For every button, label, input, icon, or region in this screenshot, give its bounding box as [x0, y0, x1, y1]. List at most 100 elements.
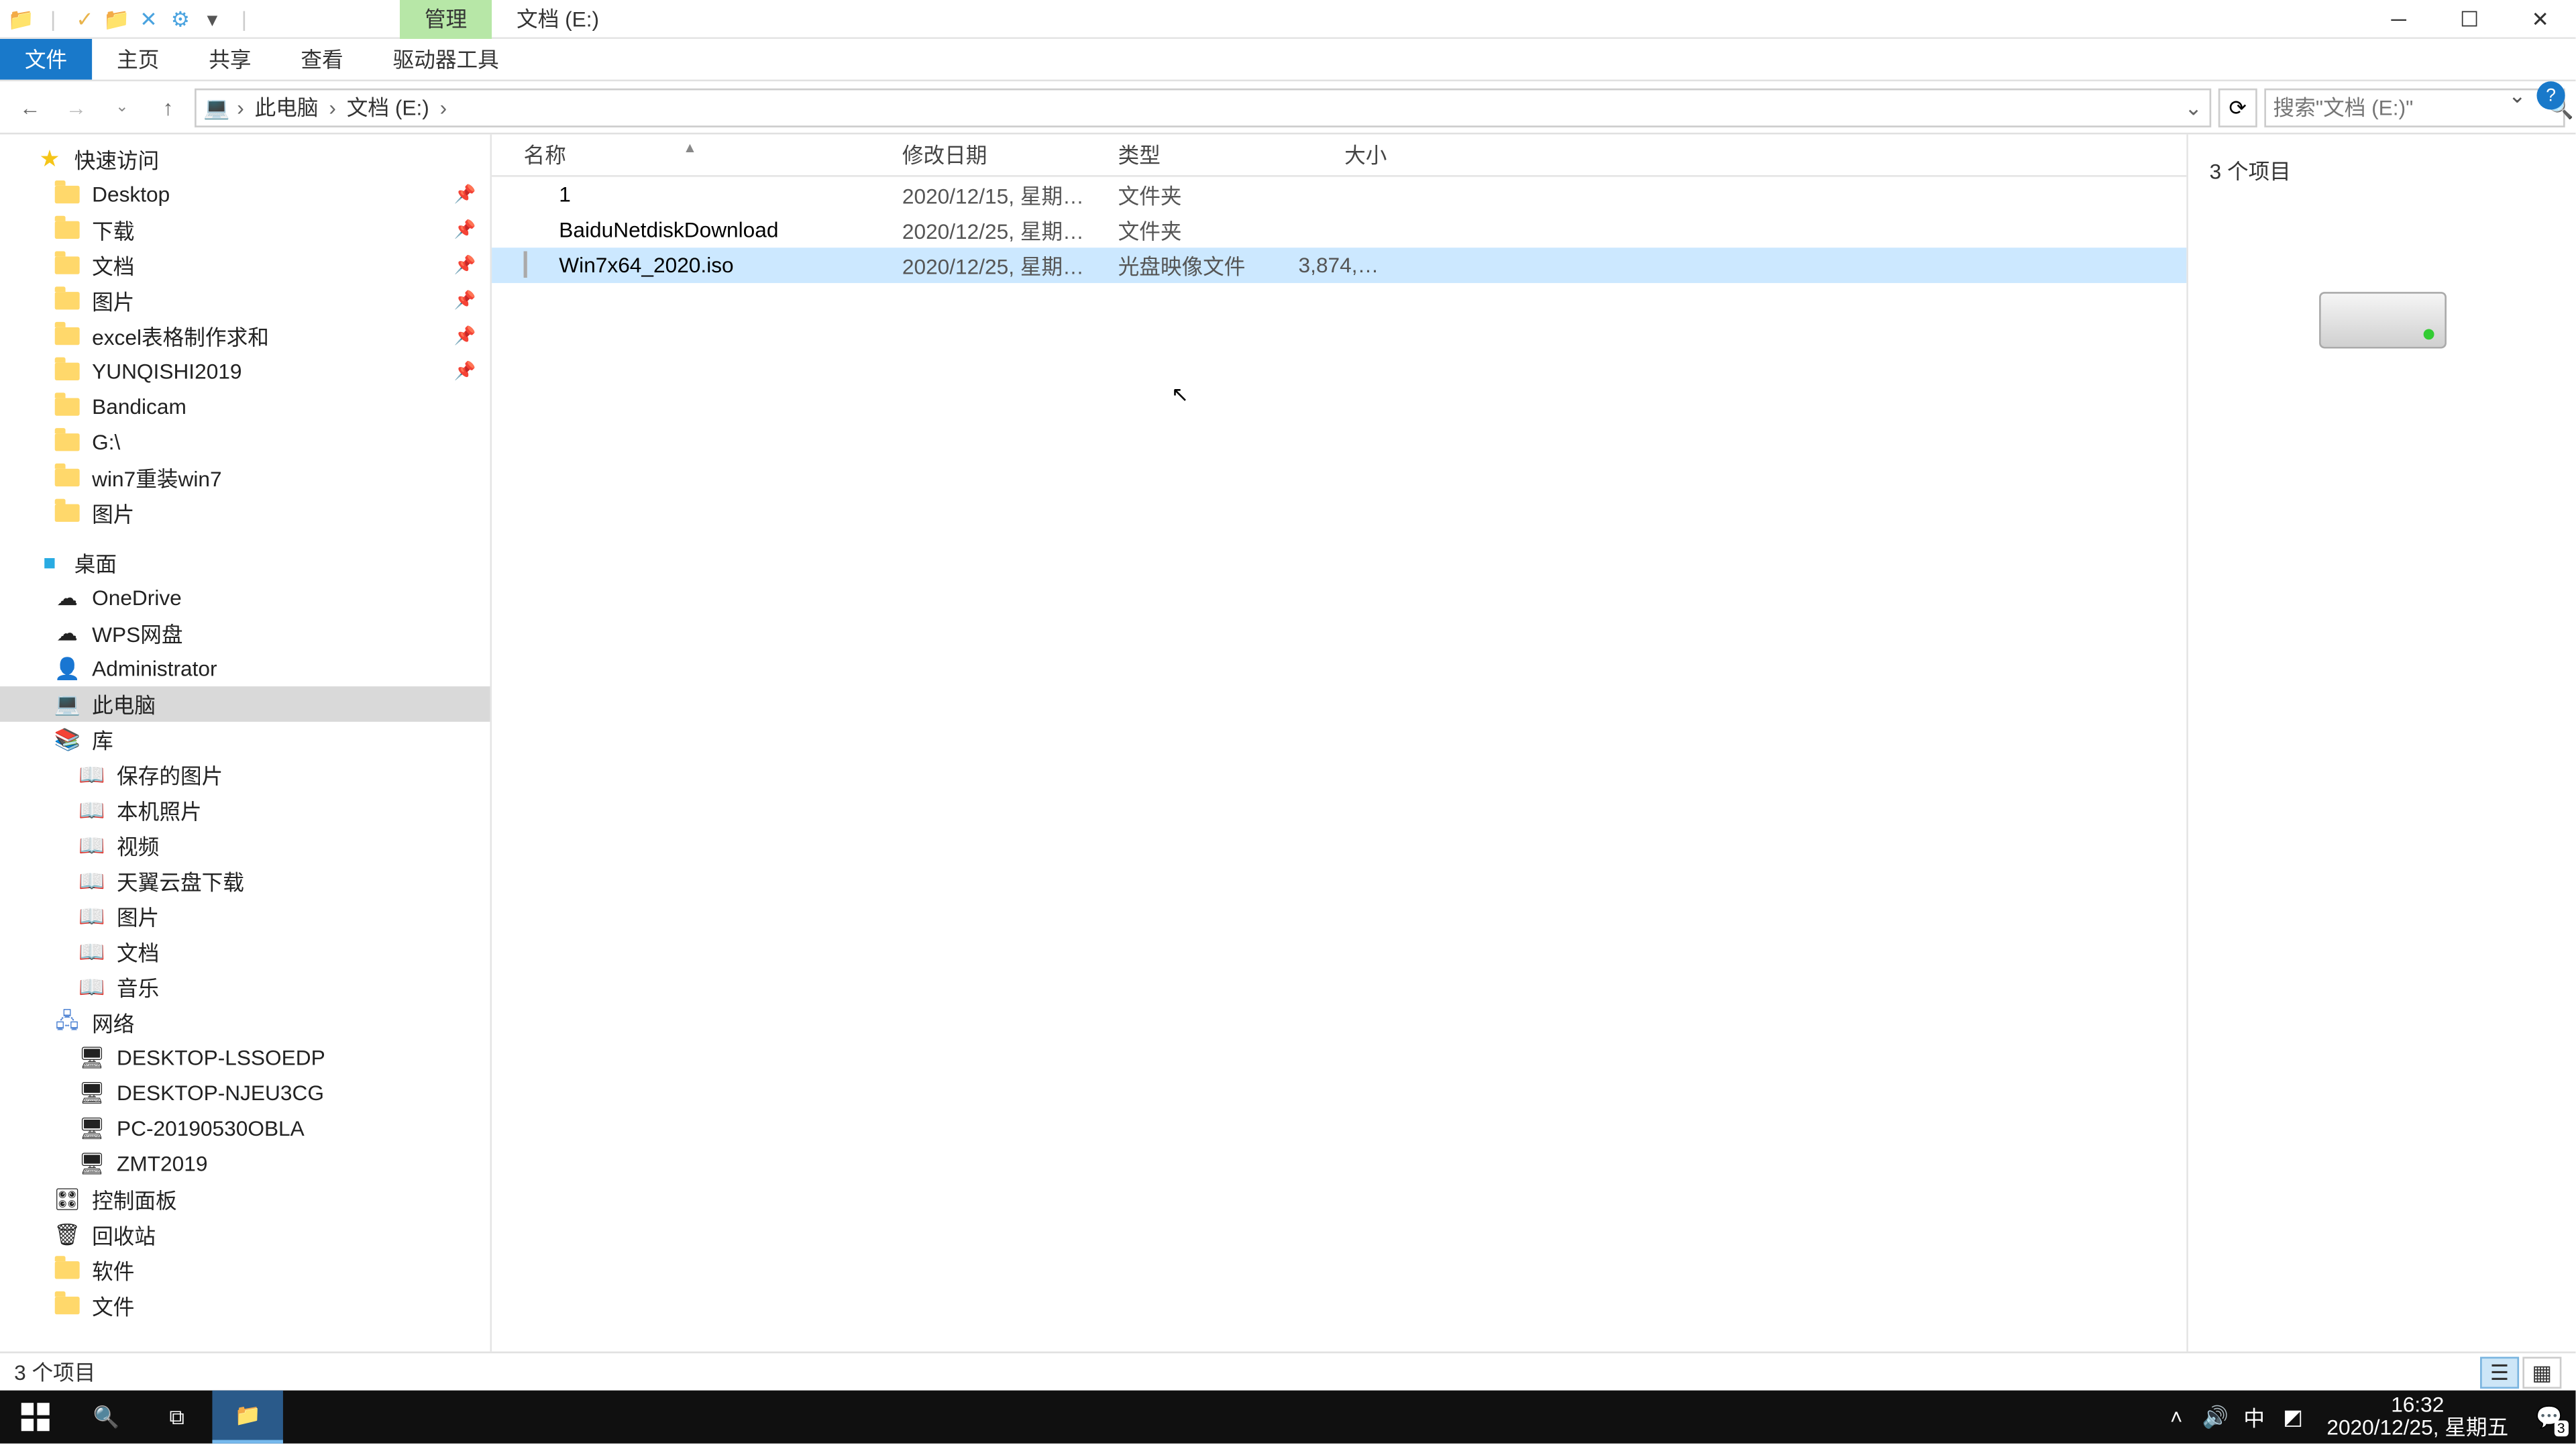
column-name[interactable]: 名称▲ [492, 140, 888, 170]
tree-quick-item[interactable]: Desktop📌 [0, 177, 490, 213]
sort-asc-icon: ▲ [683, 140, 697, 156]
nav-up-button[interactable]: ↑ [149, 88, 188, 127]
tree-quick-item[interactable]: 图片📌 [0, 283, 490, 319]
tree-library-item[interactable]: 📖保存的图片 [0, 757, 490, 793]
computer-icon: 🖥 [78, 1044, 106, 1072]
tree-quick-item[interactable]: 图片 [0, 495, 490, 531]
action-center-button[interactable]: 💬3 [2522, 1391, 2575, 1444]
chevron-right-icon[interactable]: › [233, 95, 248, 119]
qat-folder-icon[interactable]: 📁 [103, 5, 131, 33]
tree-quick-item[interactable]: 下载📌 [0, 212, 490, 248]
address-bar-row: ← → ⌄ ↑ 💻 › 此电脑 › 文档 (E:) › ⌄ ⟳ 🔍 [0, 81, 2575, 134]
folder-icon [53, 499, 81, 527]
ribbon-tabs: 文件 主页 共享 查看 驱动器工具 [0, 39, 2575, 81]
maximize-button[interactable]: ☐ [2434, 0, 2505, 37]
help-icon[interactable]: ? [2536, 81, 2565, 109]
ime-indicator[interactable]: 中 [2235, 1391, 2273, 1444]
tree-library-item[interactable]: 📖文档 [0, 934, 490, 969]
pin-icon: 📌 [454, 220, 476, 239]
library-icon: 📖 [78, 973, 106, 1001]
nav-forward-button[interactable]: → [56, 88, 95, 127]
tab-file[interactable]: 文件 [0, 39, 92, 80]
tree-quick-item[interactable]: YUNQISHI2019📌 [0, 354, 490, 389]
tree-network-item[interactable]: 🖥DESKTOP-LSSOEDP [0, 1040, 490, 1076]
tree-desktop[interactable]: ■桌面 [0, 545, 490, 580]
tree-quick-item[interactable]: win7重装win7 [0, 460, 490, 496]
library-icon: 📖 [78, 938, 106, 966]
file-row[interactable]: 12020/12/15, 星期二 1...文件夹 [492, 177, 2186, 213]
column-type[interactable]: 类型 [1104, 140, 1284, 170]
taskbar-clock[interactable]: 16:32 2020/12/25, 星期五 [2312, 1393, 2522, 1440]
tab-home[interactable]: 主页 [92, 39, 184, 80]
ribbon-context-tab[interactable]: 管理 [400, 0, 492, 38]
tree-recycle-bin[interactable]: 🗑回收站 [0, 1217, 490, 1252]
qat-close-icon[interactable]: ✕ [134, 5, 162, 33]
tree-quick-access[interactable]: ★快速访问 [0, 142, 490, 177]
breadcrumb[interactable]: 💻 › 此电脑 › 文档 (E:) › ⌄ [195, 88, 2211, 127]
taskbar-explorer[interactable]: 📁 [212, 1391, 282, 1444]
file-row[interactable]: Win7x64_2020.iso2020/12/25, 星期五 1...光盘映像… [492, 248, 2186, 283]
file-row[interactable]: BaiduNetdiskDownload2020/12/25, 星期五 1...… [492, 212, 2186, 248]
column-size[interactable]: 大小 [1284, 140, 1401, 170]
qat-check-icon[interactable]: ✓ [70, 5, 99, 33]
tree-desktop-item[interactable]: 👤Administrator [0, 651, 490, 686]
tree-folder-docs[interactable]: 文件 [0, 1288, 490, 1324]
pc-icon: 💻 [53, 690, 81, 718]
tree-desktop-item[interactable]: 💻此电脑 [0, 686, 490, 722]
nav-tree: ★快速访问 Desktop📌下载📌文档📌图片📌excel表格制作求和📌YUNQI… [0, 134, 492, 1351]
tab-view[interactable]: 查看 [276, 39, 368, 80]
tree-control-panel[interactable]: 🎛控制面板 [0, 1182, 490, 1218]
search-button[interactable]: 🔍 [70, 1391, 141, 1444]
qat-separator: | [230, 5, 258, 33]
task-view-button[interactable]: ⧉ [142, 1391, 212, 1444]
tree-library-item[interactable]: 📖视频 [0, 828, 490, 863]
file-type: 文件夹 [1104, 180, 1284, 210]
qat-dropdown-icon[interactable]: ▾ [198, 5, 226, 33]
tree-desktop-item[interactable]: ☁WPS网盘 [0, 616, 490, 651]
tree-desktop-item[interactable]: 📚库 [0, 722, 490, 757]
tree-folder-software[interactable]: 软件 [0, 1252, 490, 1288]
breadcrumb-dropdown-icon[interactable]: ⌄ [2185, 95, 2203, 119]
chevron-right-icon[interactable]: › [436, 95, 450, 119]
start-button[interactable] [0, 1391, 70, 1444]
desktop-icon: ■ [36, 548, 64, 576]
tree-network-item[interactable]: 🖥PC-20190530OBLA [0, 1111, 490, 1146]
tree-network-item[interactable]: 🖥ZMT2019 [0, 1146, 490, 1182]
volume-icon[interactable]: 🔊 [2196, 1391, 2235, 1444]
cloud-icon: ☁ [53, 584, 81, 612]
tree-quick-item[interactable]: Bandicam [0, 389, 490, 425]
nav-back-button[interactable]: ← [11, 88, 50, 127]
folder-icon [53, 1256, 81, 1284]
tree-network[interactable]: 🖧网络 [0, 1005, 490, 1040]
preview-item-count: 3 个项目 [2210, 156, 2555, 186]
tree-quick-item[interactable]: G:\ [0, 425, 490, 460]
status-item-count: 3 个项目 [14, 1357, 95, 1387]
tray-app-icon[interactable]: ◩ [2273, 1391, 2312, 1444]
ribbon-collapse-icon[interactable]: ⌄ [2508, 83, 2526, 108]
nav-recent-dropdown[interactable]: ⌄ [103, 88, 142, 127]
tree-library-item[interactable]: 📖本机照片 [0, 792, 490, 828]
search-input[interactable] [2273, 95, 2548, 119]
qat-settings-icon[interactable]: ⚙ [166, 5, 195, 33]
tab-share[interactable]: 共享 [184, 39, 276, 80]
tray-expand-icon[interactable]: ˄ [2157, 1391, 2196, 1444]
tree-library-item[interactable]: 📖音乐 [0, 969, 490, 1005]
close-button[interactable]: ✕ [2505, 0, 2575, 37]
column-date[interactable]: 修改日期 [888, 140, 1104, 170]
breadcrumb-segment[interactable]: 此电脑 [251, 92, 322, 122]
view-icons-button[interactable]: ▦ [2522, 1356, 2561, 1387]
pin-icon: 📌 [454, 256, 476, 275]
recycle-icon: 🗑 [53, 1221, 81, 1249]
tree-quick-item[interactable]: 文档📌 [0, 248, 490, 283]
tree-desktop-item[interactable]: ☁OneDrive [0, 580, 490, 616]
tree-library-item[interactable]: 📖图片 [0, 899, 490, 934]
refresh-button[interactable]: ⟳ [2218, 88, 2257, 127]
tree-network-item[interactable]: 🖥DESKTOP-NJEU3CG [0, 1075, 490, 1111]
tree-quick-item[interactable]: excel表格制作求和📌 [0, 319, 490, 354]
chevron-right-icon[interactable]: › [325, 95, 339, 119]
tab-drive-tools[interactable]: 驱动器工具 [368, 39, 524, 80]
minimize-button[interactable]: ─ [2363, 0, 2434, 37]
tree-library-item[interactable]: 📖天翼云盘下载 [0, 863, 490, 899]
view-details-button[interactable]: ☰ [2480, 1356, 2519, 1387]
breadcrumb-segment[interactable]: 文档 (E:) [343, 92, 433, 122]
